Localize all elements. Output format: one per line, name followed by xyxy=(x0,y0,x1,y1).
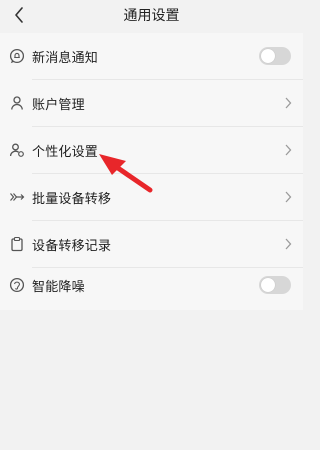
chevron-right-icon xyxy=(283,96,293,110)
setting-label: 设备转移记录 xyxy=(32,238,112,254)
user-icon xyxy=(9,95,25,111)
clipboard-icon xyxy=(9,236,25,252)
toggle-knob xyxy=(261,49,275,63)
chat-bell-icon xyxy=(9,48,25,64)
chevron-right-icon xyxy=(283,190,293,204)
setting-row-device-transfer-records[interactable]: 设备转移记录 xyxy=(0,221,303,267)
settings-list: 新消息通知 账户管理 个性化设置 批量设备转移 设备转移记录 智能降噪 xyxy=(0,33,303,310)
setting-label: 智能降噪 xyxy=(32,279,85,295)
page-title: 通用设置 xyxy=(123,8,180,24)
setting-row-personalization[interactable]: 个性化设置 xyxy=(0,127,303,173)
transfer-icon xyxy=(9,189,25,205)
setting-label: 个性化设置 xyxy=(32,144,99,160)
setting-row-smart-noise-reduction[interactable]: 智能降噪 xyxy=(0,262,303,308)
noise-reduction-icon xyxy=(9,277,25,293)
top-bar: 通用设置 xyxy=(0,0,303,30)
setting-label: 批量设备转移 xyxy=(32,191,112,207)
chevron-right-icon xyxy=(283,237,293,251)
chevron-right-icon xyxy=(283,143,293,157)
smart-noise-reduction-toggle[interactable] xyxy=(259,276,291,294)
setting-row-new-message-notification[interactable]: 新消息通知 xyxy=(0,33,303,79)
setting-row-batch-device-transfer[interactable]: 批量设备转移 xyxy=(0,174,303,220)
setting-label: 账户管理 xyxy=(32,97,85,113)
user-settings-icon xyxy=(9,142,25,158)
setting-label: 新消息通知 xyxy=(32,50,99,66)
setting-row-account-management[interactable]: 账户管理 xyxy=(0,80,303,126)
toggle-knob xyxy=(261,278,275,292)
new-message-notification-toggle[interactable] xyxy=(259,47,291,65)
